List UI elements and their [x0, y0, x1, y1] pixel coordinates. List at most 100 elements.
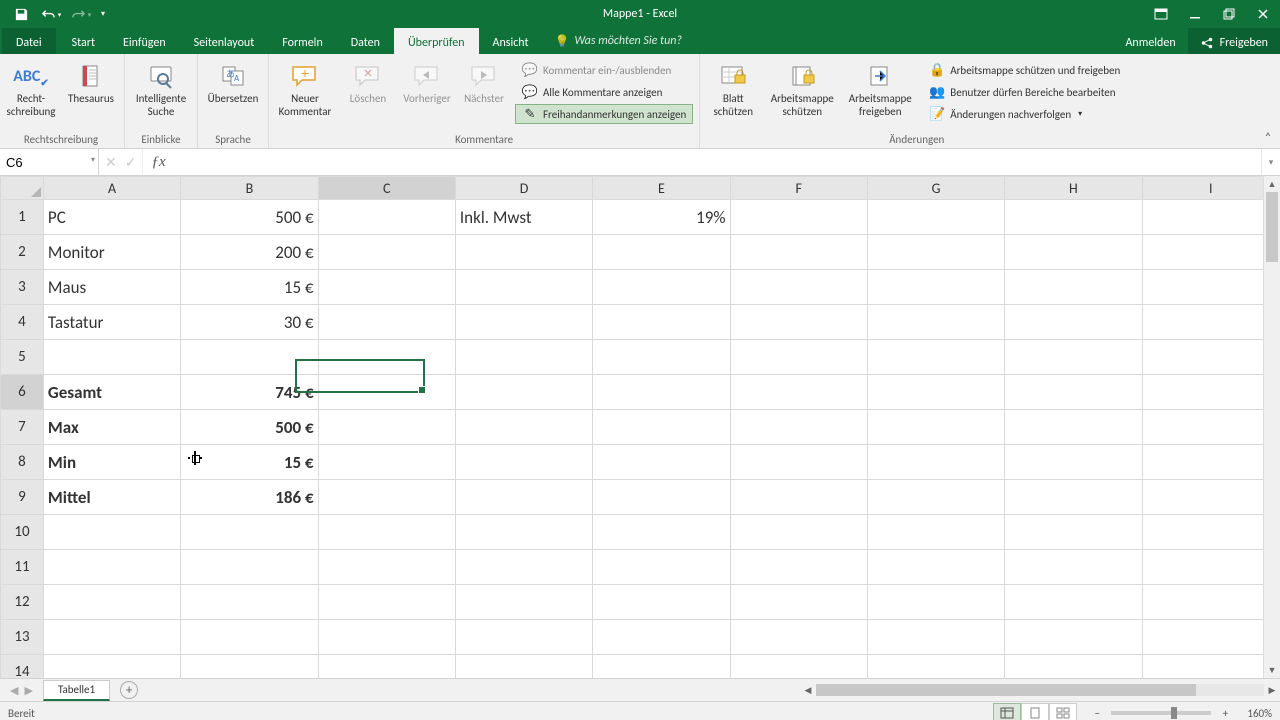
cell-H13[interactable]: [1005, 620, 1142, 655]
vertical-scrollbar[interactable]: ▲ ▼: [1263, 176, 1280, 678]
column-header-F[interactable]: F: [730, 177, 867, 200]
cell-C8[interactable]: [318, 445, 455, 480]
cell-C10[interactable]: [318, 515, 455, 550]
cell-F2[interactable]: [730, 235, 867, 270]
cell-B12[interactable]: [181, 585, 318, 620]
cell-G2[interactable]: [867, 235, 1004, 270]
cell-C11[interactable]: [318, 550, 455, 585]
zoom-in-button[interactable]: +: [1217, 707, 1233, 720]
spelling-button[interactable]: ABC✔ Recht- schreibung: [4, 58, 58, 118]
row-header-1[interactable]: 1: [1, 200, 44, 235]
cell-H2[interactable]: [1005, 235, 1142, 270]
cell-H10[interactable]: [1005, 515, 1142, 550]
select-all-button[interactable]: [1, 177, 44, 200]
cell-D12[interactable]: [455, 585, 592, 620]
cell-G3[interactable]: [867, 270, 1004, 305]
show-all-comments-button[interactable]: 💬 Alle Kommentare anzeigen: [515, 82, 693, 102]
row-header-14[interactable]: 14: [1, 655, 44, 679]
share-button[interactable]: Freigeben: [1188, 28, 1280, 54]
cell-I1[interactable]: [1142, 200, 1279, 235]
cell-G11[interactable]: [867, 550, 1004, 585]
cell-E2[interactable]: [593, 235, 730, 270]
cell-F3[interactable]: [730, 270, 867, 305]
cell-D11[interactable]: [455, 550, 592, 585]
cell-E4[interactable]: [593, 305, 730, 340]
cell-D2[interactable]: [455, 235, 592, 270]
redo-button[interactable]: ▾: [66, 2, 96, 26]
cell-D14[interactable]: [455, 655, 592, 679]
row-header-5[interactable]: 5: [1, 340, 44, 375]
cell-A11[interactable]: [43, 550, 180, 585]
horizontal-scrollbar[interactable]: ◀ ▶: [800, 679, 1280, 701]
ribbon-display-button[interactable]: [1144, 2, 1178, 26]
cell-I13[interactable]: [1142, 620, 1279, 655]
minimize-button[interactable]: [1178, 2, 1212, 26]
protect-sheet-button[interactable]: Blatt schützen: [706, 58, 760, 118]
cell-D5[interactable]: [455, 340, 592, 375]
expand-formula-bar-button[interactable]: ▾: [1261, 149, 1280, 175]
zoom-out-button[interactable]: −: [1089, 707, 1105, 720]
cell-B4[interactable]: 30 €: [181, 305, 318, 340]
cell-A8[interactable]: Min: [43, 445, 180, 480]
tell-me-search[interactable]: 💡 Was möchten Sie tun?: [543, 28, 694, 54]
cell-H7[interactable]: [1005, 410, 1142, 445]
cell-B10[interactable]: [181, 515, 318, 550]
cell-C9[interactable]: [318, 480, 455, 515]
cell-G10[interactable]: [867, 515, 1004, 550]
collapse-ribbon-button[interactable]: ˄: [1260, 130, 1276, 146]
cell-B3[interactable]: 15 €: [181, 270, 318, 305]
cell-F11[interactable]: [730, 550, 867, 585]
cell-D7[interactable]: [455, 410, 592, 445]
column-header-C[interactable]: C: [318, 177, 455, 200]
cell-C12[interactable]: [318, 585, 455, 620]
cell-G4[interactable]: [867, 305, 1004, 340]
cell-B8[interactable]: 15 €: [181, 445, 318, 480]
tab-pagelayout[interactable]: Seitenlayout: [180, 28, 269, 54]
cell-H3[interactable]: [1005, 270, 1142, 305]
cell-G7[interactable]: [867, 410, 1004, 445]
cell-A6[interactable]: Gesamt: [43, 375, 180, 410]
cell-G1[interactable]: [867, 200, 1004, 235]
tab-formulas[interactable]: Formeln: [268, 28, 336, 54]
cell-A14[interactable]: [43, 655, 180, 679]
thesaurus-button[interactable]: Thesaurus: [64, 58, 118, 105]
protect-share-workbook-button[interactable]: 🔒 Arbeitsmappe schützen und freigeben: [922, 60, 1127, 80]
cell-G6[interactable]: [867, 375, 1004, 410]
maximize-button[interactable]: [1212, 2, 1246, 26]
cell-C7[interactable]: [318, 410, 455, 445]
cell-F4[interactable]: [730, 305, 867, 340]
cell-A5[interactable]: [43, 340, 180, 375]
zoom-slider[interactable]: [1111, 711, 1211, 715]
row-header-8[interactable]: 8: [1, 445, 44, 480]
cell-B13[interactable]: [181, 620, 318, 655]
protect-workbook-button[interactable]: Arbeitsmappe schützen: [766, 58, 838, 118]
cell-D3[interactable]: [455, 270, 592, 305]
cell-E5[interactable]: [593, 340, 730, 375]
new-comment-button[interactable]: Neuer Kommentar: [275, 58, 335, 118]
cell-B7[interactable]: 500 €: [181, 410, 318, 445]
sheet-nav-prev[interactable]: ◀: [10, 684, 18, 697]
track-changes-button[interactable]: 📝 Änderungen nachverfolgen ▾: [922, 104, 1127, 124]
cell-D13[interactable]: [455, 620, 592, 655]
tab-home[interactable]: Start: [58, 28, 109, 54]
share-workbook-button[interactable]: Arbeitsmappe freigeben: [844, 58, 916, 118]
cell-I9[interactable]: [1142, 480, 1279, 515]
cell-G13[interactable]: [867, 620, 1004, 655]
cell-A12[interactable]: [43, 585, 180, 620]
cell-B11[interactable]: [181, 550, 318, 585]
smart-lookup-button[interactable]: Intelligente Suche: [131, 58, 191, 118]
cell-H14[interactable]: [1005, 655, 1142, 679]
cell-H12[interactable]: [1005, 585, 1142, 620]
add-sheet-button[interactable]: +: [110, 679, 148, 701]
cell-C1[interactable]: [318, 200, 455, 235]
cell-G9[interactable]: [867, 480, 1004, 515]
cell-E11[interactable]: [593, 550, 730, 585]
cell-E10[interactable]: [593, 515, 730, 550]
cell-B2[interactable]: 200 €: [181, 235, 318, 270]
cell-F12[interactable]: [730, 585, 867, 620]
cell-I6[interactable]: [1142, 375, 1279, 410]
cell-B14[interactable]: [181, 655, 318, 679]
cell-G5[interactable]: [867, 340, 1004, 375]
zoom-level[interactable]: 160%: [1247, 707, 1272, 720]
cell-I8[interactable]: [1142, 445, 1279, 480]
